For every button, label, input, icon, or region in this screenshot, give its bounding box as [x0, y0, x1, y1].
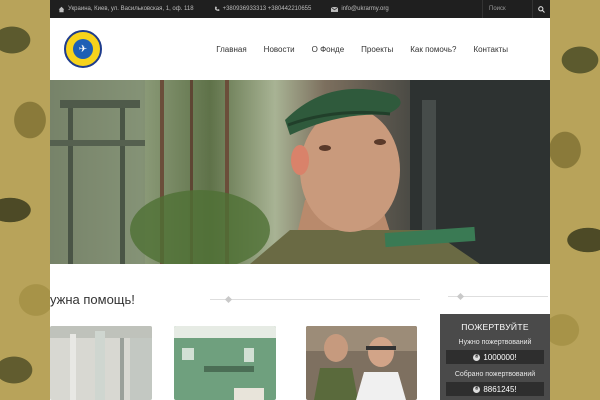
phones-text: +380936933313 +380442210655: [222, 6, 312, 12]
divider-diamond: [224, 295, 233, 304]
nav-item-contacts[interactable]: Контакты: [473, 45, 508, 54]
needed-amount: ₴ 1000000!: [446, 350, 544, 364]
donate-widget: ПОЖЕРТВУЙТЕ Нужно пожертвований ₴ 100000…: [440, 314, 550, 400]
sidebar-divider-diamond: [456, 292, 465, 301]
hryvnia-icon: ₴: [473, 353, 481, 361]
nav-item-home[interactable]: Главная: [216, 45, 246, 54]
volunteers-photo: [306, 326, 417, 400]
ambulance-interior-photo: [174, 326, 276, 400]
collected-amount-value: 8861245!: [483, 384, 517, 394]
project-card-2[interactable]: [174, 326, 276, 400]
nav-item-news[interactable]: Новости: [264, 45, 295, 54]
top-bar: Украина, Киев, ул. Васильковская, 1, оф.…: [50, 0, 550, 18]
section-title: ужна помощь!: [50, 292, 135, 307]
hryvnia-icon: ₴: [473, 385, 481, 393]
site-header: ✈ Главная Новости О Фонде Проекты Как по…: [50, 18, 550, 80]
hero-image: [50, 80, 550, 264]
search-input[interactable]: Поиск: [482, 0, 532, 18]
hospital-shower-photo: [50, 326, 152, 400]
site-logo[interactable]: ✈: [64, 30, 102, 68]
address: Украина, Киев, ул. Васильковская, 1, оф.…: [58, 6, 194, 13]
project-card-3[interactable]: [306, 326, 417, 400]
search-placeholder: Поиск: [489, 6, 506, 12]
collected-label: Собрано пожертвований: [454, 371, 536, 378]
address-text: Украина, Киев, ул. Васильковская, 1, оф.…: [68, 6, 194, 12]
search-button[interactable]: [532, 0, 550, 18]
main-content: ужна помощь! ПОЖЕРТВУЙТЕ Нужно пожертвов…: [50, 264, 550, 400]
envelope-icon: [331, 6, 339, 12]
home-icon: [58, 6, 65, 12]
phone-icon: [214, 6, 219, 11]
email[interactable]: info@ukrarmy.org: [331, 6, 389, 12]
main-nav: Главная Новости О Фонде Проекты Как помо…: [216, 45, 508, 54]
search-icon: [538, 5, 545, 13]
dove-icon: ✈: [73, 39, 93, 59]
nav-item-about[interactable]: О Фонде: [312, 45, 345, 54]
divider: [210, 299, 420, 300]
soldier-photo: [50, 80, 550, 264]
needed-label: Нужно пожертвований: [458, 339, 532, 346]
nav-item-projects[interactable]: Проекты: [361, 45, 393, 54]
donate-title: ПОЖЕРТВУЙТЕ: [461, 322, 529, 332]
collected-amount: ₴ 8861245!: [446, 382, 544, 396]
needed-amount-value: 1000000!: [483, 352, 517, 362]
nav-item-how-to-help[interactable]: Как помочь?: [410, 45, 456, 54]
phones: +380936933313 +380442210655: [214, 6, 312, 12]
email-link[interactable]: info@ukrarmy.org: [341, 6, 388, 12]
project-card-1[interactable]: [50, 326, 152, 400]
